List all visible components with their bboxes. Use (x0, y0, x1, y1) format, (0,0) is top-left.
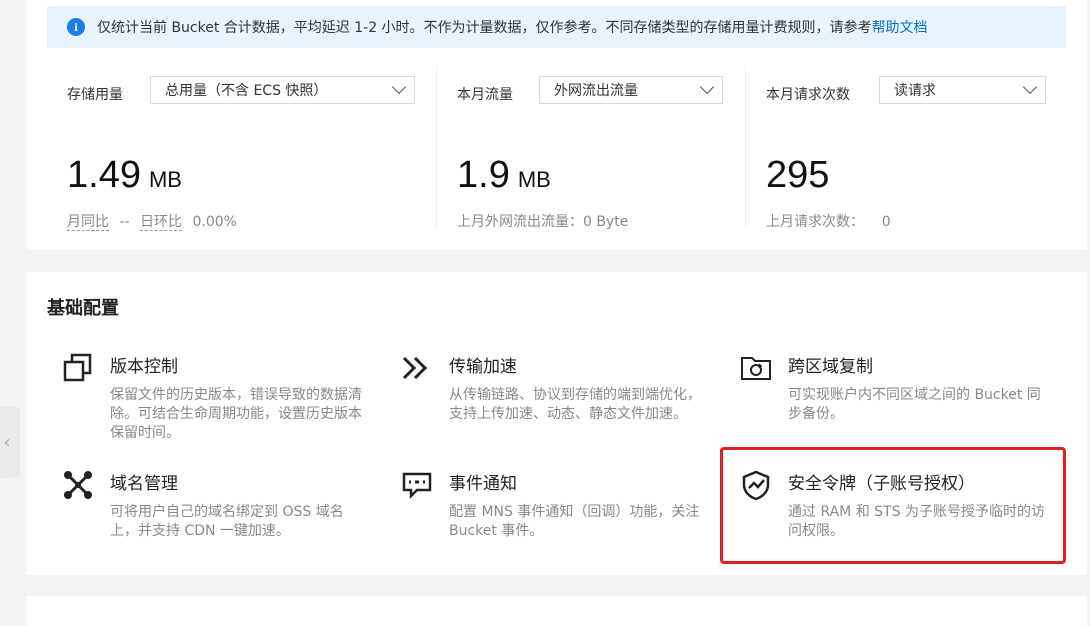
metric-label: 本月流量 (457, 87, 513, 103)
help-doc-link[interactable]: 帮助文档 (872, 17, 928, 37)
feature-name: 域名管理 (110, 474, 178, 494)
divider (436, 66, 437, 228)
feature-name: 传输加速 (449, 357, 517, 377)
traffic-metric: 本月流量 外网流出流量 1.9 MB 上月外网流出流量：0 Byte (457, 66, 747, 236)
feature-name: 事件通知 (449, 474, 517, 494)
day-compare-label: 日环比 (140, 214, 183, 231)
chevron-down-icon (391, 79, 407, 95)
select-value: 读请求 (894, 83, 936, 99)
day-compare-value: 0.00% (192, 214, 237, 230)
requests-metric: 本月请求次数 读请求 295 上月请求次数： 0 (766, 66, 1066, 236)
notice-text: 仅统计当前 Bucket 合计数据，平均延迟 1-2 小时。不作为计量数据，仅作… (97, 20, 872, 36)
month-compare-value: -- (119, 214, 130, 230)
last-month-traffic: 上月外网流出流量：0 Byte (457, 214, 629, 230)
copy-icon (63, 353, 92, 382)
info-notice: i 仅统计当前 Bucket 合计数据，平均延迟 1-2 小时。不作为计量数据，… (47, 6, 1066, 48)
metric-label: 存储用量 (67, 87, 123, 103)
feature-name: 跨区域复制 (788, 357, 873, 377)
chevron-down-icon (1022, 79, 1038, 95)
collapse-sidebar-handle[interactable]: ‹ (0, 406, 20, 478)
storage-type-select[interactable]: 总用量（不含 ECS 快照） (150, 76, 415, 104)
value-number: 1.9 (457, 154, 510, 196)
requests-value: 295 (766, 154, 829, 197)
storage-usage-metric: 存储用量 总用量（不含 ECS 快照） 1.49 MB 月同比 -- 日环比 0.… (67, 66, 417, 236)
info-icon: i (67, 18, 85, 36)
feature-desc: 可实现账户内不同区域之间的 Bucket 同步备份。 (788, 387, 1041, 422)
traffic-type-select[interactable]: 外网流出流量 (539, 76, 723, 104)
month-compare-label: 月同比 (67, 214, 109, 231)
next-card (27, 596, 1087, 626)
folder-sync-icon (741, 357, 771, 380)
storage-value: 1.49 MB (67, 154, 182, 197)
metric-label: 本月请求次数 (766, 87, 850, 103)
message-icon (402, 472, 432, 500)
double-chevron-icon (402, 356, 428, 380)
chevron-left-icon: ‹ (3, 431, 11, 453)
feature-desc: 保留文件的历史版本，错误导致的数据清除。可结合生命周期功能，设置历史版本保留时间… (110, 387, 362, 441)
overview-card: i 仅统计当前 Bucket 合计数据，平均延迟 1-2 小时。不作为计量数据，… (27, 0, 1087, 250)
feature-desc: 配置 MNS 事件通知（回调）功能，关注 Bucket 事件。 (449, 504, 700, 539)
network-icon (64, 471, 92, 499)
select-value: 外网流出流量 (554, 83, 638, 99)
feature-name: 版本控制 (110, 357, 178, 377)
value-unit: MB (517, 167, 551, 192)
storage-compare: 月同比 -- 日环比 0.00% (67, 211, 237, 231)
divider (745, 66, 746, 228)
chevron-down-icon (699, 79, 715, 95)
value-number: 1.49 (67, 154, 141, 196)
last-month-requests: 上月请求次数： 0 (766, 214, 891, 230)
basic-config-card: 基础配置 版本控制 保留文件的历史版本，错误导致的数据清除。可结合生命周期功能，… (27, 272, 1087, 575)
select-value: 总用量（不含 ECS 快照） (165, 83, 328, 99)
feature-desc: 从传输链路、协议到存储的端到端优化，支持上传加速、动态、静态文件加速。 (449, 387, 701, 422)
traffic-value: 1.9 MB (457, 154, 551, 197)
section-title: 基础配置 (47, 298, 119, 319)
value-unit: MB (148, 167, 182, 192)
highlight-annotation (720, 447, 1066, 564)
request-type-select[interactable]: 读请求 (879, 76, 1046, 104)
value-number: 295 (766, 154, 830, 196)
feature-desc: 可将用户自己的域名绑定到 OSS 域名上，并支持 CDN 一键加速。 (110, 504, 344, 539)
